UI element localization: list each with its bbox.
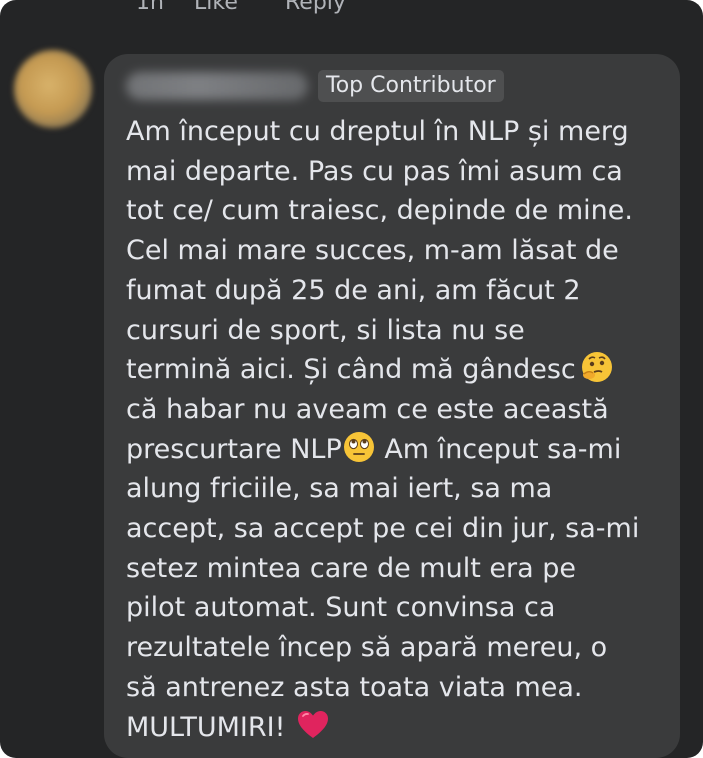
avatar[interactable] — [14, 50, 92, 128]
thinking-face-icon — [580, 350, 614, 384]
red-heart-icon — [296, 708, 330, 742]
comment-line: setez mintea care de mult era pe — [126, 552, 576, 584]
comment-line-text: termină aici. Și când mă gândesc — [126, 354, 576, 386]
comment-line: accept, sa accept pe cei din jur, sa-mi — [126, 513, 640, 545]
comment-text: Am început cu dreptul în NLP și merg mai… — [126, 112, 666, 747]
comment-line-text: MULTUMIRI! — [126, 711, 295, 743]
comment-line: rezultatele încep să apară mereu, o — [126, 632, 608, 664]
comment-line: cursuri de sport, si lista nu se — [126, 314, 525, 346]
comment-line: mai departe. Pas cu pas îmi asum ca — [126, 155, 623, 187]
comment-line: să antrenez asta toata viata mea. — [126, 671, 583, 703]
comment-line: Cel mai mare succes, m-am lăsat de — [126, 235, 619, 267]
comment-line: fumat după 25 de ani, am făcut 2 — [126, 274, 581, 306]
comment-line: pilot automat. Sunt convinsa ca — [126, 592, 556, 624]
author-name-blurred[interactable] — [126, 72, 308, 100]
comment-line-with-emoji: termină aici. Și când mă gândesc — [126, 350, 666, 390]
comment-line: că habar nu aveam ce este această — [126, 393, 609, 425]
comment-actions-bar: 1h Like Reply — [0, 0, 703, 20]
comment-line-text: prescurtare NLP — [126, 433, 342, 465]
comment-line: tot ce/ cum traiesc, depinde de mine. — [126, 195, 633, 227]
top-contributor-badge: Top Contributor — [318, 70, 504, 102]
like-link[interactable]: Like — [194, 0, 238, 15]
comment-timestamp[interactable]: 1h — [136, 0, 164, 15]
comment-line: alung friciile, sa mai iert, sa ma — [126, 473, 553, 505]
face-with-rolling-eyes-icon — [342, 430, 376, 464]
comment-line-with-emoji: prescurtare NLP Am început sa-mi — [126, 430, 666, 470]
reply-link[interactable]: Reply — [285, 0, 346, 15]
comment-line-with-emoji: MULTUMIRI! — [126, 708, 666, 748]
comment-line-text: Am început sa-mi — [375, 433, 622, 465]
comment-panel: 1h Like Reply Top Contributor Am început… — [0, 0, 703, 758]
comment-line: Am început cu dreptul în NLP și merg — [126, 116, 629, 147]
